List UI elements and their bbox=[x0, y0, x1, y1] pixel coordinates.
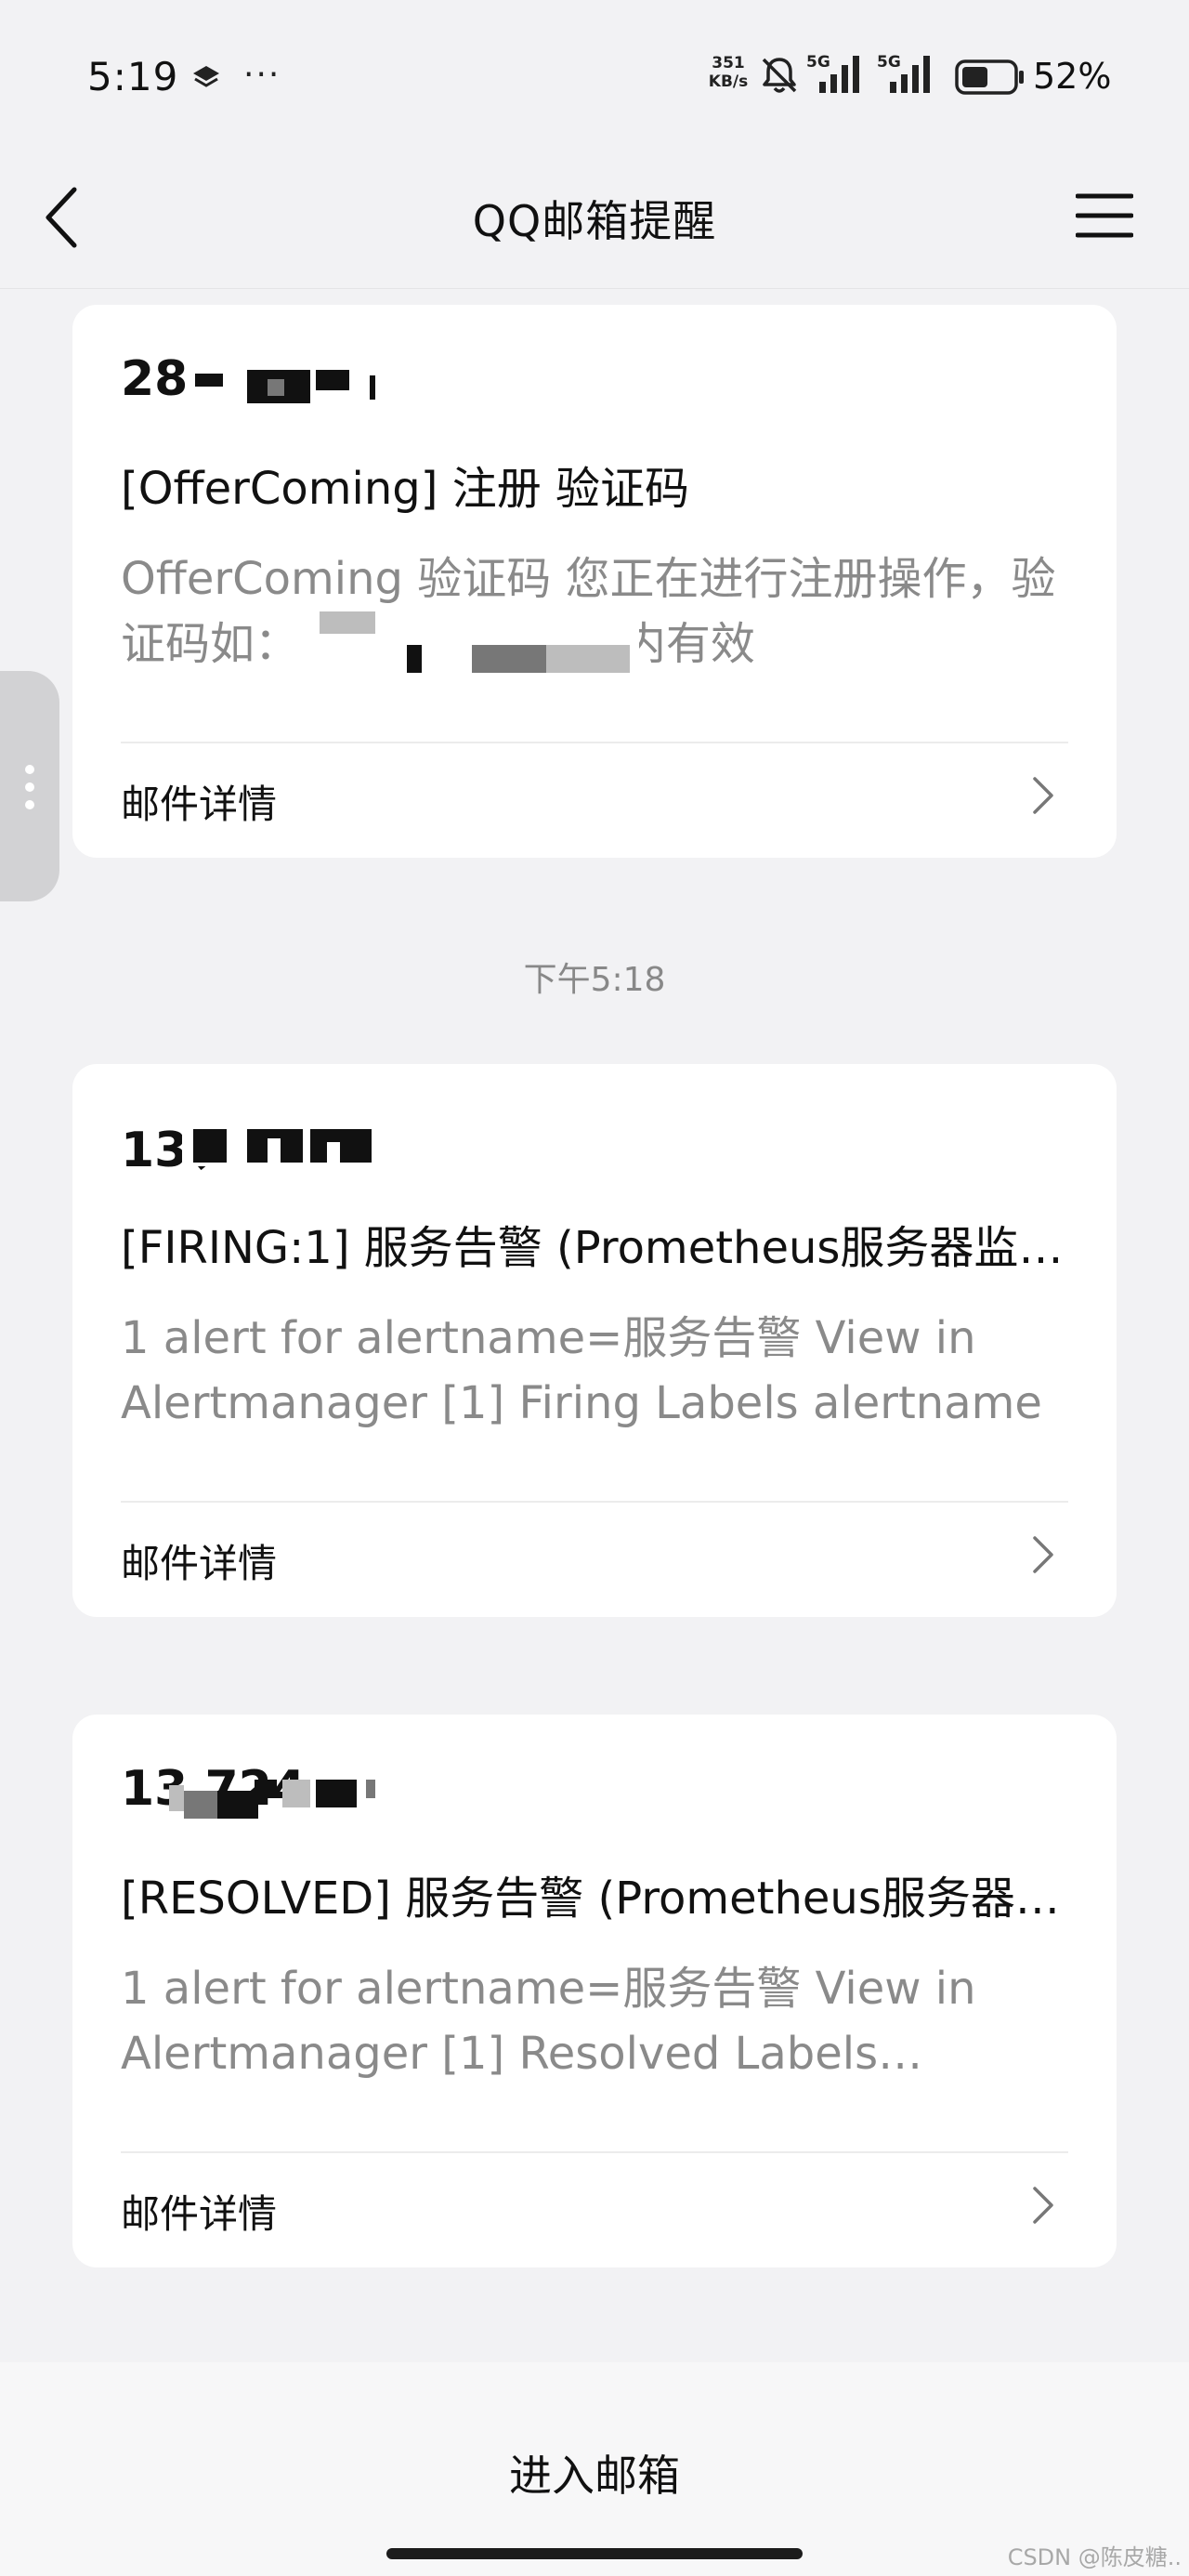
battery-icon bbox=[955, 59, 1024, 95]
redaction-mosaic bbox=[316, 370, 349, 390]
mail-subject: [OfferComing] 注册 验证码 bbox=[121, 463, 689, 515]
redaction-mosaic bbox=[546, 645, 630, 673]
redaction-mosaic bbox=[268, 1138, 281, 1163]
redaction-mosaic bbox=[327, 1142, 340, 1163]
signal-5g-label: 5G bbox=[806, 53, 830, 72]
signal-5g-label-2: 5G bbox=[877, 53, 901, 72]
status-bar: 5:19 ··· 351 KB/s 5G 5G 52% bbox=[0, 0, 1189, 149]
signal-5g-icon: 5G bbox=[806, 53, 859, 93]
redaction-mosaic bbox=[184, 1791, 217, 1819]
card-divider bbox=[121, 2151, 1068, 2153]
status-time: 5:19 bbox=[87, 54, 179, 99]
redaction-mosaic bbox=[366, 1780, 375, 1798]
redaction-mosaic bbox=[195, 374, 223, 387]
network-speed-value: 351 bbox=[712, 54, 745, 72]
redaction-mosaic bbox=[255, 1780, 277, 1798]
mail-sender-text: 28 bbox=[121, 351, 189, 407]
battery-percent: 52% bbox=[1033, 56, 1112, 97]
mail-details-link[interactable]: 邮件详情 bbox=[121, 2183, 277, 2240]
redaction-mosaic bbox=[268, 379, 284, 396]
mail-preview: 1 alert for alertname=服务告警 View in Alert… bbox=[121, 1312, 1042, 1429]
mail-card[interactable]: 13、 24 [FIRING:1] 服务告警 (Prometheus服务器监控)… bbox=[72, 1064, 1117, 1617]
mail-card[interactable]: 28 [OfferComing] 注册 验证码 OfferComing 验证码 … bbox=[72, 305, 1117, 858]
redaction-mosaic bbox=[316, 1780, 357, 1807]
mail-card[interactable]: 13 724 [RESOLVED] 服务告警 (Prometheus服务器监控)… bbox=[72, 1715, 1117, 2267]
mail-sender: 28 bbox=[121, 351, 188, 407]
chevron-right-icon bbox=[1033, 1536, 1053, 1573]
redaction-mosaic bbox=[169, 1785, 184, 1811]
network-speed-unit: KB/s bbox=[708, 72, 749, 91]
redaction-mosaic bbox=[355, 1129, 372, 1163]
redaction-mosaic bbox=[282, 1780, 310, 1807]
redaction-mosaic bbox=[370, 375, 375, 400]
enter-mailbox-button[interactable]: 进入邮箱 bbox=[0, 2442, 1189, 2504]
nav-bar: QQ邮箱提醒 bbox=[0, 149, 1189, 289]
page-title: QQ邮箱提醒 bbox=[472, 196, 717, 246]
redaction-mosaic bbox=[193, 1129, 227, 1163]
chevron-right-icon bbox=[1033, 777, 1053, 814]
mail-details-link[interactable]: 邮件详情 bbox=[121, 1532, 277, 1589]
mail-preview: 1 alert for alertname=服务告警 View in Alert… bbox=[121, 1963, 976, 2080]
mail-details-link[interactable]: 邮件详情 bbox=[121, 773, 277, 830]
card-divider bbox=[121, 1501, 1068, 1503]
watermark: CSDN @陈皮糖.. bbox=[1007, 2544, 1182, 2570]
network-speed: 351 KB/s bbox=[702, 54, 754, 91]
chevron-right-icon bbox=[1033, 2187, 1053, 2224]
screen: 5:19 ··· 351 KB/s 5G 5G 52% QQ邮箱提醒 28 [O… bbox=[0, 0, 1189, 2576]
bottom-bar: 进入邮箱 CSDN @陈皮糖.. bbox=[0, 2362, 1189, 2576]
time-separator: 下午5:18 bbox=[523, 961, 666, 999]
card-divider bbox=[121, 742, 1068, 743]
bell-muted-icon bbox=[762, 58, 797, 93]
floating-side-handle[interactable] bbox=[0, 671, 59, 901]
menu-icon[interactable] bbox=[1076, 191, 1133, 240]
message-list: 28 [OfferComing] 注册 验证码 OfferComing 验证码 … bbox=[0, 289, 1189, 2361]
redaction-mosaic bbox=[217, 1791, 258, 1819]
more-notifications-icon: ··· bbox=[243, 56, 281, 94]
layers-icon bbox=[193, 66, 219, 87]
home-indicator[interactable] bbox=[386, 2548, 803, 2559]
redaction-mosaic bbox=[320, 611, 375, 634]
redaction-mosaic bbox=[407, 645, 422, 673]
mail-subject: [FIRING:1] 服务告警 (Prometheus服务器监控) bbox=[121, 1222, 1068, 1274]
mail-subject: [RESOLVED] 服务告警 (Prometheus服务器监控) bbox=[121, 1873, 1068, 1925]
vertical-dots-icon bbox=[25, 765, 34, 809]
signal-5g-icon-2: 5G bbox=[877, 53, 930, 93]
